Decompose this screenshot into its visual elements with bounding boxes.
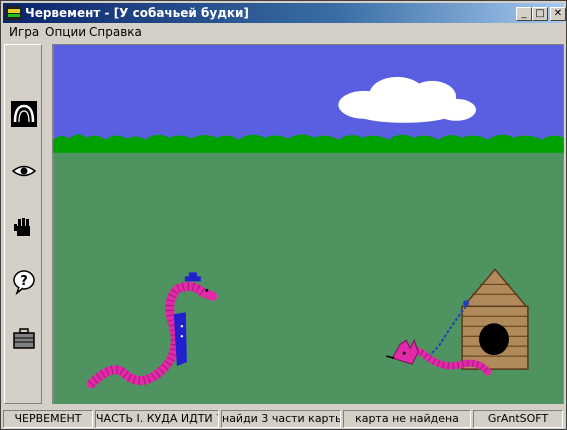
status-objective: найди 3 части карты — [221, 410, 341, 428]
app-worm-icon — [6, 6, 22, 20]
title-bar[interactable]: Червемент - [У собачьей будки] _ □ ✕ — [3, 3, 566, 23]
eye-icon[interactable] — [11, 158, 37, 184]
status-chapter: ЧАСТЬ I. КУДА ИДТИ ? — [95, 410, 219, 428]
status-bar: ЧЕРВЕМЕНТ ЧАСТЬ I. КУДА ИДТИ ? найди 3 ч… — [3, 409, 566, 429]
menu-bar: Игра Опции Справка — [3, 23, 564, 41]
menu-game[interactable]: Игра — [9, 25, 39, 39]
speech-question-icon[interactable]: ? — [11, 269, 37, 295]
close-button[interactable]: ✕ — [550, 7, 566, 21]
menu-help[interactable]: Справка — [89, 25, 142, 39]
briefcase-icon[interactable] — [11, 325, 37, 351]
arch-walk-icon[interactable] — [11, 101, 37, 127]
menu-options[interactable]: Опции — [45, 25, 86, 39]
window-title: Червемент - [У собачьей будки] — [25, 6, 249, 20]
minimize-button[interactable]: _ — [516, 7, 532, 21]
hand-icon[interactable] — [11, 214, 37, 240]
status-game-title: ЧЕРВЕМЕНТ — [3, 410, 93, 428]
action-toolbar: ? — [4, 44, 42, 404]
maximize-button[interactable]: □ — [532, 7, 548, 21]
svg-text:?: ? — [20, 274, 28, 289]
status-publisher: GrAntSOFT — [473, 410, 563, 428]
game-scene[interactable] — [52, 44, 564, 404]
status-map-state: карта не найдена — [343, 410, 471, 428]
game-window: Червемент - [У собачьей будки] _ □ ✕ Игр… — [0, 0, 567, 430]
